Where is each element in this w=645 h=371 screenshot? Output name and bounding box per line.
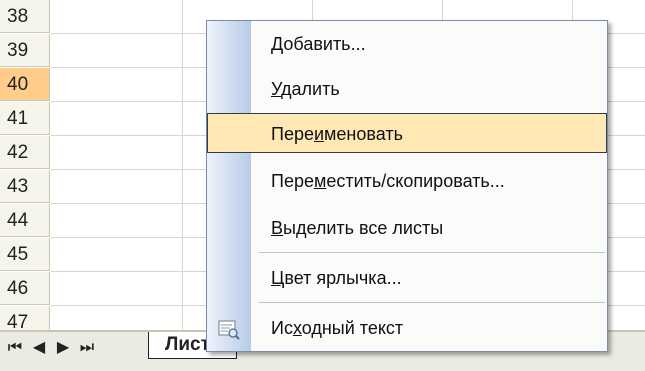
row-header[interactable]: 39 [0,34,50,67]
menu-item-tab-color[interactable]: Цвет ярлычка... [207,258,607,298]
menu-separator [259,302,605,303]
menu-item-label: Переместить/скопировать... [271,171,505,191]
menu-item-add[interactable]: Добавить... [207,24,607,64]
row-header[interactable]: 46 [0,272,50,305]
sheet-tab-context-menu: Добавить... Удалить Переименовать Переме… [206,20,608,352]
menu-item-label: Переименовать [271,124,403,144]
menu-item-label: Исходный текст [271,318,404,338]
menu-item-label: Удалить [271,79,340,99]
menu-item-view-code[interactable]: Исходный текст [207,308,607,348]
view-code-icon [217,316,241,340]
next-sheet-button[interactable]: ▶ [52,336,74,360]
row-header[interactable]: 43 [0,170,50,203]
menu-item-label: Выделить все листы [271,218,444,238]
first-sheet-button[interactable]: ⏮ [4,336,26,360]
menu-item-label: Цвет ярлычка... [271,268,402,288]
last-sheet-button[interactable]: ⏭ [76,336,98,360]
menu-item-label: Добавить... [271,34,366,54]
row-header[interactable]: 41 [0,102,50,135]
row-header-active[interactable]: 40 [0,68,50,101]
menu-item-delete[interactable]: Удалить [207,69,607,109]
row-header[interactable]: 44 [0,204,50,237]
prev-sheet-button[interactable]: ◀ [28,336,50,360]
menu-item-select-all-sheets[interactable]: Выделить все листы [207,208,607,248]
menu-item-rename[interactable]: Переименовать [207,113,607,153]
menu-item-move-copy[interactable]: Переместить/скопировать... [207,161,607,201]
row-header[interactable]: 38 [0,0,50,33]
row-header[interactable]: 45 [0,238,50,271]
row-header[interactable]: 42 [0,136,50,169]
menu-separator [259,252,605,253]
